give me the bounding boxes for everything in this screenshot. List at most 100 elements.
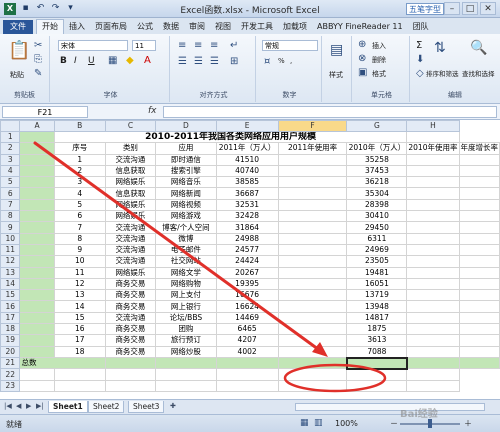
table-cell[interactable] [458,153,500,166]
table-cell[interactable] [406,153,460,166]
table-cell[interactable]: 16624 [215,300,279,313]
table-cell[interactable] [458,311,500,325]
zoom-slider-handle[interactable] [428,419,432,428]
table-cell[interactable]: 商务交易 [104,289,157,302]
table-cell[interactable]: 博客/个人空间 [155,221,217,234]
column-header-h[interactable]: H [406,120,460,132]
table-cell[interactable] [406,334,460,347]
table-cell[interactable]: 4002 [215,345,279,359]
table-cell[interactable] [406,221,460,234]
table-cell[interactable]: 19395 [215,277,279,291]
table-cell[interactable]: 1 [53,153,106,166]
table-cell[interactable] [277,277,348,291]
table-cell[interactable] [19,243,55,257]
table-cell[interactable] [458,277,500,291]
table-cell[interactable]: 24577 [215,243,279,257]
table-cell[interactable]: 40740 [215,164,279,178]
tab-file[interactable]: 文件 [3,20,33,34]
table-header-cell[interactable]: 2010年使用率 [406,142,460,155]
column-header-e[interactable]: E [215,120,279,132]
table-cell[interactable]: 团购 [155,323,217,336]
table-cell[interactable]: 23505 [346,255,408,268]
autosum-button[interactable]: Σ [416,40,422,51]
table-cell[interactable] [155,368,217,381]
table-cell[interactable]: 11 [53,266,106,279]
table-cell[interactable]: 4 [53,187,106,200]
table-cell[interactable] [277,345,348,359]
table-cell[interactable] [19,334,55,347]
tab-page-layout[interactable]: 页面布局 [90,20,132,34]
table-cell[interactable] [19,164,55,178]
table-cell[interactable]: 7 [53,221,106,234]
select-all-corner[interactable] [0,120,21,132]
underline-button[interactable]: U [88,56,95,66]
table-cell[interactable] [458,300,500,313]
currency-icon[interactable]: ¤ [264,56,270,67]
table-cell[interactable] [458,187,500,200]
table-cell[interactable] [406,232,460,245]
align-bottom-icon[interactable]: ≡ [210,40,218,51]
table-cell[interactable] [277,232,348,245]
selected-cell-f21[interactable] [345,356,408,370]
insert-button[interactable]: 插入 [372,41,386,51]
table-header-cell[interactable]: 类别 [104,142,157,155]
table-cell[interactable] [19,153,55,166]
tab-insert[interactable]: 插入 [64,20,90,34]
table-cell[interactable]: 微博 [155,232,217,245]
table-cell[interactable]: 交流沟通 [104,255,157,268]
table-cell[interactable] [277,289,348,302]
next-sheet-icon[interactable]: ▶ [26,402,31,410]
delete-cells-icon[interactable]: ⊗ [358,53,366,64]
table-cell[interactable] [19,289,55,302]
table-header-cell[interactable]: 2011年使用率 [277,142,348,155]
zoom-level[interactable]: 100% [335,419,358,428]
table-cell[interactable]: 网络娱乐 [104,266,157,279]
format-button[interactable]: 格式 [372,69,386,79]
table-cell[interactable]: 网络文学 [155,266,217,279]
prev-sheet-icon[interactable]: ◀ [16,402,21,410]
table-cell[interactable]: 16051 [346,277,408,291]
table-cell[interactable] [104,379,157,393]
table-cell[interactable] [406,176,460,189]
worksheet-grid[interactable]: A B C D E F G H 1 2010-2011年我国各类网络应用用户规模 2 序号 类别 应用 20… [0,120,500,399]
fill-icon[interactable]: ⬇ [416,54,424,65]
row-header[interactable]: 10 [0,232,21,245]
font-size-select[interactable]: 11 [132,40,156,51]
table-cell[interactable]: 网络购物 [155,277,217,291]
table-cell[interactable]: 6 [53,210,106,223]
format-cells-icon[interactable]: ▣ [358,67,367,78]
table-cell[interactable] [458,289,500,302]
table-cell[interactable] [277,379,348,393]
table-cell[interactable] [406,379,460,393]
table-cell[interactable] [458,243,500,257]
table-cell[interactable] [215,379,279,393]
table-cell[interactable] [277,221,348,234]
table-cell[interactable] [277,368,348,381]
row-header[interactable]: 12 [0,255,21,268]
table-cell[interactable] [277,210,348,223]
table-cell[interactable]: 网络音乐 [155,176,217,189]
table-cell[interactable] [155,379,217,393]
table-cell[interactable]: 论坛/BBS [155,311,217,325]
column-header-f[interactable]: F [277,120,348,132]
table-cell[interactable]: 37453 [346,164,408,178]
table-cell[interactable]: 3 [53,176,106,189]
table-cell[interactable] [19,323,55,336]
table-cell[interactable] [19,142,55,155]
row-header[interactable]: 5 [0,176,21,189]
table-cell[interactable]: 交流沟通 [104,243,157,257]
percent-button[interactable]: % [278,57,285,65]
table-cell[interactable] [19,176,55,189]
table-cell[interactable] [277,153,348,166]
comma-button[interactable]: , [290,57,292,65]
table-cell[interactable] [19,368,55,381]
align-top-icon[interactable]: ≡ [178,40,186,51]
page-layout-view-icon[interactable]: ▥ [314,418,323,428]
table-cell[interactable] [406,345,460,359]
table-cell[interactable] [406,289,460,302]
row-header[interactable]: 23 [0,379,21,393]
tab-addins[interactable]: 加载项 [278,20,312,34]
table-cell[interactable]: 网络娱乐 [104,210,157,223]
table-cell[interactable] [406,198,460,212]
row-header[interactable]: 7 [0,198,21,212]
